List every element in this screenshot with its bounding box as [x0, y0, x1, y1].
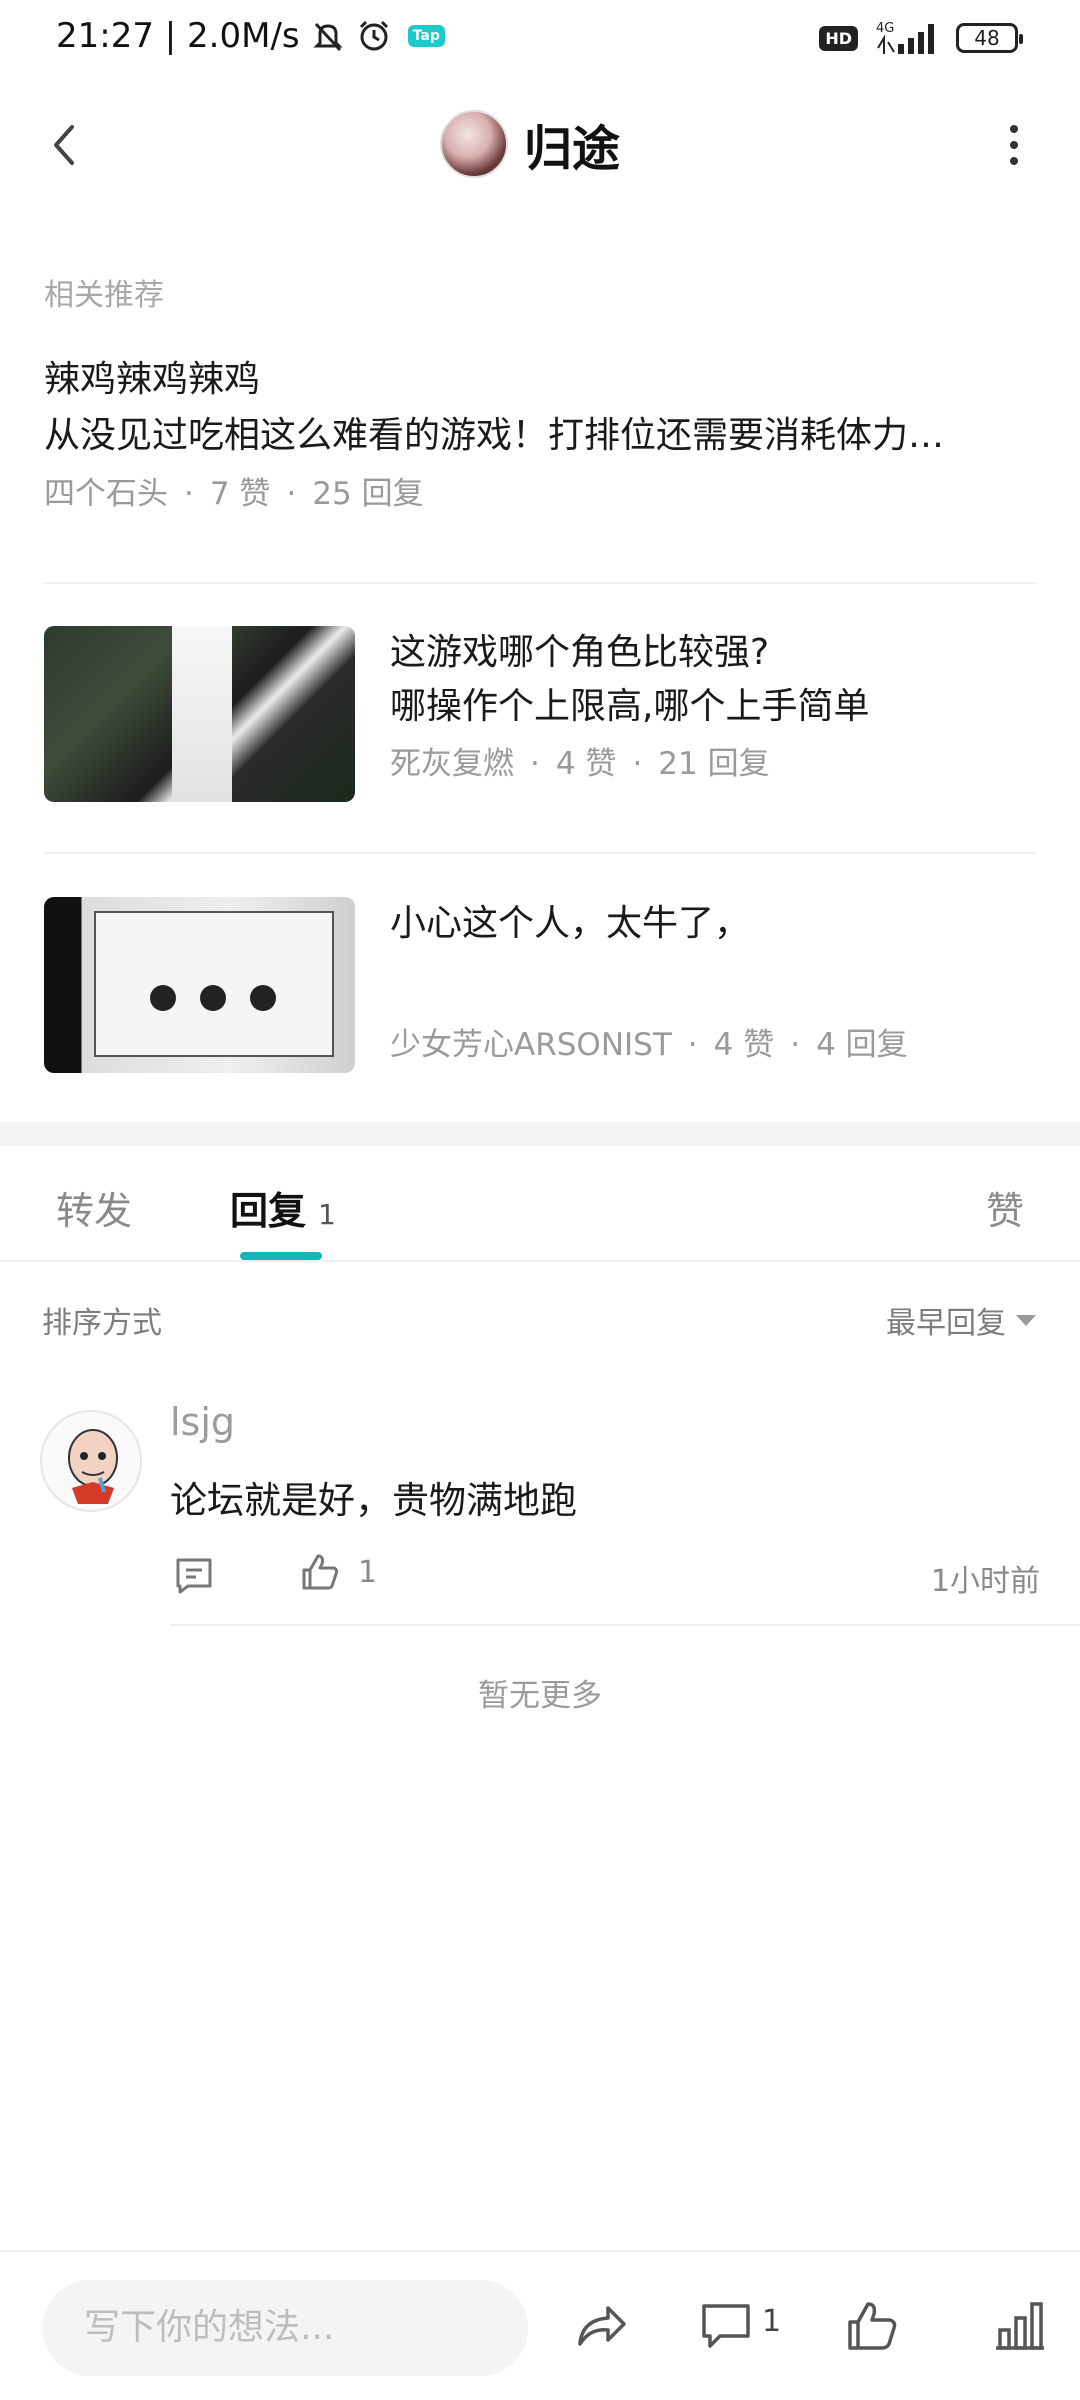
post-meta: 少女芳心ARSONIST · 4 赞 · 4 回复	[390, 1027, 908, 1063]
post-author: 死灰复燃	[390, 746, 514, 782]
status-left: 21:27 | 2.0M/s Tap	[56, 16, 445, 56]
thumbnail-detail	[200, 985, 226, 1011]
tab-reply-count: 1	[318, 1198, 336, 1231]
header-title-group[interactable]: 归途	[440, 109, 620, 179]
section-separator	[0, 1122, 1080, 1146]
share-icon[interactable]	[572, 2296, 632, 2356]
comment-text: 论坛就是好，贵物满地跑	[170, 1479, 577, 1522]
no-more-text: 暂无更多	[478, 1678, 602, 1714]
post-title-line1: 辣鸡辣鸡辣鸡	[44, 359, 261, 400]
post-likes: 7 赞	[209, 476, 271, 512]
tab-reply[interactable]: 回复 1	[230, 1180, 336, 1235]
post-meta: 四个石头 · 7 赞 · 25 回复	[44, 476, 424, 512]
sort-selected: 最早回复	[886, 1306, 1006, 1341]
divider	[44, 582, 1036, 584]
more-dot	[1010, 125, 1018, 133]
comment-count: 1	[762, 2304, 782, 2339]
more-dot	[1010, 141, 1018, 149]
tab-bar: 转发 回复 1 赞	[0, 1170, 1080, 1260]
comment-username[interactable]: lsjg	[170, 1400, 235, 1444]
status-time: 21:27 | 2.0M/s	[56, 16, 300, 56]
post-likes: 4 赞	[713, 1027, 775, 1063]
status-bar: 21:27 | 2.0M/s Tap HD 4G 48	[0, 0, 1080, 78]
comment-like-button[interactable]: 1	[298, 1550, 377, 1594]
post-thumbnail[interactable]	[44, 897, 355, 1073]
post-replies: 25 回复	[312, 476, 424, 512]
battery-indicator: 48	[956, 23, 1023, 53]
compose-input[interactable]: 写下你的想法...	[42, 2280, 528, 2376]
comment-like-count: 1	[358, 1554, 378, 1590]
comment-icon[interactable]	[170, 1552, 218, 1600]
divider	[0, 1260, 1080, 1262]
bell-off-icon	[313, 22, 343, 52]
chevron-down-icon	[1016, 1314, 1036, 1326]
more-vertical-icon[interactable]	[988, 119, 1040, 171]
post-meta: 死灰复燃 · 4 赞 · 21 回复	[390, 746, 770, 782]
comment-time: 1小时前	[930, 1564, 1040, 1599]
divider	[170, 1624, 1080, 1626]
thumbnail-detail	[172, 626, 232, 802]
page-title: 归途	[524, 121, 621, 177]
post-title-line2: 从没见过吃相这么难看的游戏！打排位还需要消耗体力…	[44, 415, 945, 456]
alarm-icon	[359, 20, 388, 51]
related-post-2[interactable]: 这游戏哪个角色比较强? 哪操作个上限高,哪个上手简单 死灰复燃 · 4 赞 · 21 回…	[390, 626, 1036, 788]
post-replies: 4 回复	[816, 1027, 908, 1063]
tap-app-icon: Tap	[407, 25, 445, 47]
sort-dropdown[interactable]: 最早回复	[886, 1298, 1036, 1342]
related-section-title: 相关推荐	[44, 278, 164, 313]
tab-reply-label: 回复	[230, 1189, 307, 1233]
related-post-3[interactable]: 小心这个人，太牛了， 少女芳心ARSONIST · 4 赞 · 4 回复	[390, 897, 1036, 1069]
thumbnail-detail	[94, 911, 334, 1057]
avatar[interactable]	[40, 1410, 142, 1512]
divider	[44, 852, 1036, 854]
comment-icon[interactable]	[696, 2296, 756, 2356]
cartoon-avatar-icon	[68, 1429, 118, 1504]
stats-icon[interactable]	[990, 2296, 1050, 2356]
post-author: 四个石头	[44, 476, 168, 512]
more-dot	[1010, 157, 1018, 165]
divider	[0, 2250, 1080, 2252]
post-title-line2: 哪操作个上限高,哪个上手简单	[390, 686, 870, 727]
top-header: 归途	[0, 95, 1080, 195]
related-post-1[interactable]: 辣鸡辣鸡辣鸡 从没见过吃相这么难看的游戏！打排位还需要消耗体力… 四个石头 · 7 …	[44, 352, 1036, 518]
tab-active-indicator	[240, 1252, 322, 1260]
sort-label: 排序方式	[42, 1306, 162, 1341]
post-likes: 4 赞	[555, 746, 617, 782]
status-right: HD 4G 48	[819, 20, 1023, 56]
thumbnail-detail	[150, 985, 176, 1011]
thumbnail-detail	[250, 985, 276, 1011]
comment-actions: 1 1小时前	[170, 1548, 1040, 1604]
post-title-line1: 这游戏哪个角色比较强?	[390, 632, 770, 673]
post-thumbnail[interactable]	[44, 626, 355, 802]
thumbs-up-icon	[302, 1554, 339, 1590]
post-author: 少女芳心ARSONIST	[390, 1027, 672, 1063]
tab-like[interactable]: 赞	[986, 1180, 1024, 1235]
game-avatar	[440, 110, 508, 178]
post-title-line1: 小心这个人，太牛了，	[390, 903, 751, 944]
hd-badge: HD	[819, 25, 858, 51]
tab-forward[interactable]: 转发	[56, 1180, 132, 1235]
post-replies: 21 回复	[658, 746, 770, 782]
thumbs-up-icon[interactable]	[842, 2296, 902, 2356]
back-arrow-icon[interactable]	[38, 117, 94, 173]
network-label: 4G	[876, 21, 894, 36]
signal-icon: 4G	[876, 21, 934, 54]
